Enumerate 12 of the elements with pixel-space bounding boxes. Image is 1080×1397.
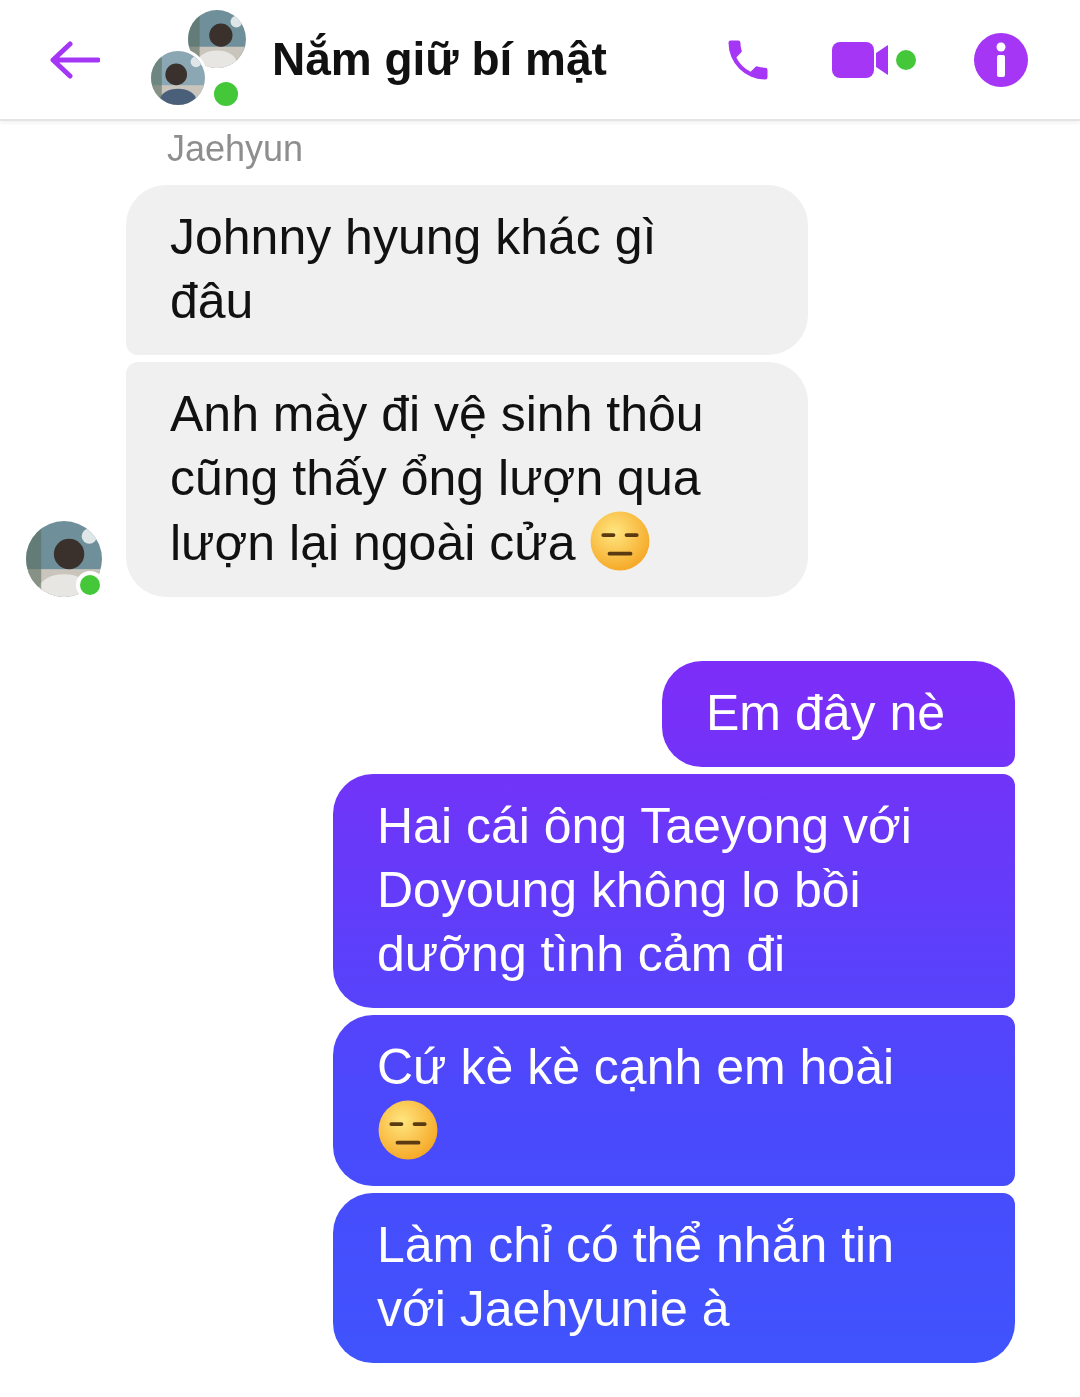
message-bubble: Làm chỉ có thể nhắn tin với Jaehyunie à: [333, 1193, 1015, 1363]
sender-name: Jaehyun: [167, 127, 305, 171]
message-bubble: Em đây nè: [662, 661, 1015, 767]
message-bubble: Anh mày đi vệ sinh thôu cũng thấy ổng lượn qua lượn lại ngoài cửa: [126, 362, 808, 597]
message-bubble: Cứ kè kè cạnh em hoài: [333, 1015, 1015, 1186]
expressionless-emoji-icon: [589, 510, 652, 572]
back-arrow-icon[interactable]: [48, 39, 100, 80]
message-bubble: Hai cái ông Taeyong với Doyoung không lo bồi dưỡng tình cảm đi: [333, 774, 1015, 1008]
info-icon[interactable]: [974, 32, 1028, 87]
chat-title: Nắm giữ bí mật: [272, 32, 608, 87]
message-bubble: Johnny hyung khác gì đâu: [126, 185, 808, 355]
expressionless-emoji-icon: [377, 1099, 439, 1161]
